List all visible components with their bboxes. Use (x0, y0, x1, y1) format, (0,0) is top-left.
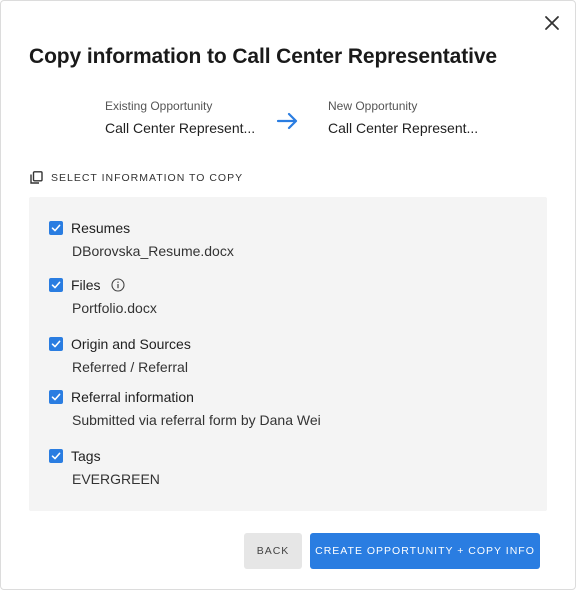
resumes-checkbox[interactable] (49, 221, 63, 235)
option-detail: Submitted via referral form by Dana Wei (72, 412, 321, 428)
option-title: Resumes (71, 220, 131, 236)
check-icon (51, 393, 61, 401)
option-title: Files (71, 277, 101, 293)
tags-checkbox[interactable] (49, 449, 63, 463)
option-files: Files Portfolio.docx (49, 277, 157, 316)
arrow-right-icon (276, 112, 298, 130)
create-opportunity-copy-info-button[interactable]: CREATE OPPORTUNITY + COPY INFO (310, 533, 540, 569)
existing-opportunity: Existing Opportunity Call Center Represe… (105, 99, 255, 136)
existing-opportunity-label: Existing Opportunity (105, 99, 213, 113)
origin-sources-checkbox[interactable] (49, 337, 63, 351)
option-tags: Tags EVERGREEN (49, 448, 160, 487)
option-origin-sources: Origin and Sources Referred / Referral (49, 336, 191, 375)
check-icon (51, 340, 61, 348)
existing-opportunity-value: Call Center Represent... (105, 120, 256, 136)
info-icon[interactable] (111, 278, 125, 292)
close-icon[interactable] (543, 14, 561, 32)
option-detail: EVERGREEN (72, 471, 160, 487)
check-icon (51, 224, 61, 232)
new-opportunity: New Opportunity Call Center Represent... (328, 99, 478, 136)
files-checkbox[interactable] (49, 278, 63, 292)
option-title: Referral information (71, 389, 194, 405)
option-detail: DBorovska_Resume.docx (72, 243, 234, 259)
option-title: Tags (71, 448, 101, 464)
option-title: Origin and Sources (71, 336, 191, 352)
check-icon (51, 281, 61, 289)
copy-options-panel: Resumes DBorovska_Resume.docx Files Port… (29, 197, 547, 511)
section-heading: SELECT INFORMATION TO COPY (30, 171, 243, 184)
section-heading-text: SELECT INFORMATION TO COPY (51, 171, 244, 184)
option-detail: Portfolio.docx (72, 300, 157, 316)
referral-information-checkbox[interactable] (49, 390, 63, 404)
option-referral-information: Referral information Submitted via refer… (49, 389, 321, 428)
copy-icon (30, 171, 43, 184)
dialog-title: Copy information to Call Center Represen… (29, 45, 497, 68)
new-opportunity-value: Call Center Represent... (328, 120, 479, 136)
copy-info-dialog: Copy information to Call Center Represen… (0, 0, 576, 590)
check-icon (51, 452, 61, 460)
option-resumes: Resumes DBorovska_Resume.docx (49, 220, 234, 259)
back-button[interactable]: BACK (244, 533, 302, 569)
option-detail: Referred / Referral (72, 359, 188, 375)
new-opportunity-label: New Opportunity (328, 99, 418, 113)
